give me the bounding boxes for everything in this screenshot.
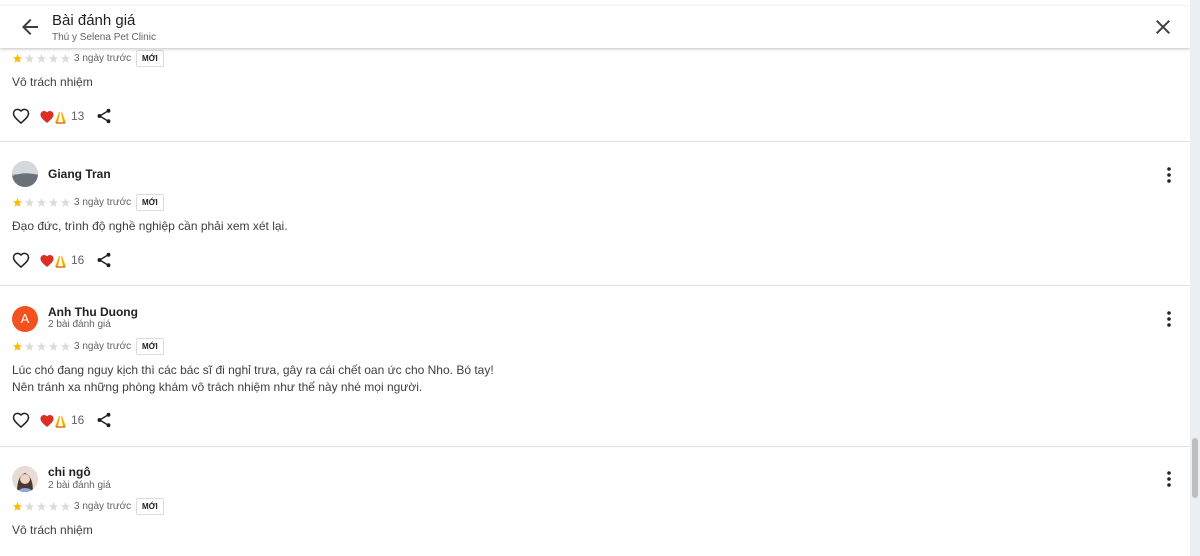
review-date: 3 ngày trước — [74, 197, 132, 208]
star-empty-icon — [48, 197, 59, 208]
share-icon[interactable] — [95, 411, 113, 429]
page-subtitle: Thú y Selena Pet Clinic — [52, 32, 156, 43]
review-text: Đạo đức, trình độ nghề nghiệp cần phải x… — [12, 218, 288, 235]
more-options-icon[interactable] — [1161, 165, 1177, 185]
new-badge: MỚI — [136, 50, 164, 67]
star-filled-icon — [12, 501, 23, 512]
review-text-line: Đạo đức, trình độ nghề nghiệp cần phải x… — [12, 219, 288, 233]
new-badge: MỚI — [136, 498, 164, 515]
arrow-left-icon[interactable] — [18, 15, 42, 39]
scrollbar-thumb[interactable] — [1192, 438, 1198, 498]
reactions-icon[interactable] — [40, 107, 68, 125]
review-text-line: Nên tránh xa những phòng khám vô trách n… — [12, 380, 423, 394]
reviewer-review-count: 2 bài đánh giá — [48, 480, 111, 491]
heart-outline-icon[interactable] — [11, 106, 31, 126]
reviews-panel: Bài đánh giá Thú y Selena Pet Clinic 3 n… — [0, 0, 1190, 556]
star-empty-icon — [36, 341, 47, 352]
share-icon[interactable] — [95, 251, 113, 269]
star-rating — [12, 341, 71, 353]
star-empty-icon — [36, 197, 47, 208]
header-bar: Bài đánh giá Thú y Selena Pet Clinic — [0, 6, 1190, 48]
heart-outline-icon[interactable] — [11, 250, 31, 270]
avatar[interactable] — [12, 161, 38, 187]
star-filled-icon — [12, 197, 23, 208]
share-icon[interactable] — [95, 107, 113, 125]
review-date: 3 ngày trước — [74, 53, 132, 64]
avatar-photo — [12, 466, 38, 492]
star-empty-icon — [36, 53, 47, 64]
review-text: Vô trách nhiệm — [12, 522, 93, 539]
star-empty-icon — [48, 501, 59, 512]
more-options-icon[interactable] — [1161, 309, 1177, 329]
avatar[interactable]: A — [12, 306, 38, 332]
star-empty-icon — [48, 53, 59, 64]
review-text: Lúc chó đang nguy kịch thì các bác sĩ đi… — [12, 362, 494, 396]
star-filled-icon — [12, 53, 23, 64]
review-text: Vô trách nhiệm — [12, 74, 93, 91]
star-empty-icon — [60, 197, 71, 208]
reviewer-review-count: 2 bài đánh giá — [48, 319, 111, 330]
star-filled-icon — [12, 341, 23, 352]
star-empty-icon — [24, 341, 35, 352]
close-icon[interactable] — [1151, 15, 1175, 39]
reaction-count: 13 — [71, 109, 85, 123]
reviewer-name[interactable]: chi ngô — [48, 465, 91, 479]
new-badge: MỚI — [136, 194, 164, 211]
page-title: Bài đánh giá — [52, 12, 136, 29]
star-rating — [12, 501, 71, 513]
star-empty-icon — [60, 341, 71, 352]
reviewer-name[interactable]: Giang Tran — [48, 167, 111, 181]
star-rating — [12, 197, 71, 209]
new-badge: MỚI — [136, 338, 164, 355]
reviewer-name[interactable]: Anh Thu Duong — [48, 305, 138, 319]
avatar-photo — [12, 161, 38, 187]
star-empty-icon — [60, 53, 71, 64]
divider — [0, 446, 1190, 447]
scrollbar[interactable] — [1190, 0, 1200, 556]
star-empty-icon — [24, 197, 35, 208]
star-empty-icon — [36, 501, 47, 512]
star-empty-icon — [48, 341, 59, 352]
review-text-line: Vô trách nhiệm — [12, 75, 93, 89]
star-empty-icon — [24, 53, 35, 64]
avatar[interactable] — [12, 466, 38, 492]
more-options-icon[interactable] — [1161, 469, 1177, 489]
reactions-icon[interactable] — [40, 251, 68, 269]
review-text-line: Vô trách nhiệm — [12, 523, 93, 537]
reaction-count: 16 — [71, 253, 85, 267]
review-date: 3 ngày trước — [74, 341, 132, 352]
star-empty-icon — [24, 501, 35, 512]
review-date: 3 ngày trước — [74, 501, 132, 512]
star-rating — [12, 53, 71, 65]
divider — [0, 285, 1190, 286]
reactions-icon[interactable] — [40, 411, 68, 429]
reaction-count: 16 — [71, 413, 85, 427]
heart-outline-icon[interactable] — [11, 410, 31, 430]
divider — [0, 141, 1190, 142]
review-text-line: Lúc chó đang nguy kịch thì các bác sĩ đi… — [12, 363, 494, 377]
star-empty-icon — [60, 501, 71, 512]
